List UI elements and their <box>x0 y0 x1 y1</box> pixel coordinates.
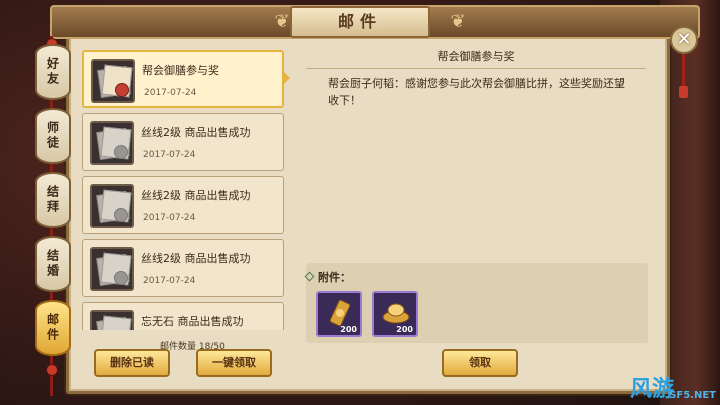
attachments-area: 附件： 200 200 <box>304 263 648 343</box>
divider <box>306 68 646 69</box>
mail-subject: 帮会御膳参与奖 <box>142 64 219 77</box>
gray-letter-icon <box>90 310 134 330</box>
list-item[interactable]: 丝线2级 商品出售成功 2017-07-24 <box>82 113 284 171</box>
window-title: 邮件 <box>290 6 430 38</box>
attachments-label: 附件： <box>318 271 351 284</box>
red-seal-letter-icon <box>91 59 135 103</box>
list-item[interactable]: 帮会御膳参与奖 2017-07-24 <box>82 50 284 108</box>
tab-friends[interactable]: 好友 <box>35 44 71 100</box>
tab-marriage[interactable]: 结婚 <box>35 236 71 292</box>
mail-detail: 帮会御膳参与奖 帮会厨子何韬：感谢您参与此次帮会御膳比拼，这些奖励还望收下！ 附… <box>296 42 656 352</box>
delete-read-button[interactable]: 删除已读 <box>94 349 170 377</box>
attachment-item[interactable]: 200 <box>316 291 362 337</box>
list-item[interactable]: 忘无石 商品出售成功 <box>82 302 284 330</box>
mail-date: 2017-07-24 <box>143 276 196 286</box>
list-item[interactable]: 丝线2级 商品出售成功 2017-07-24 <box>82 176 284 234</box>
mail-date: 2017-07-24 <box>143 213 196 223</box>
gray-letter-icon <box>90 247 134 291</box>
mail-subject: 忘无石 商品出售成功 <box>141 315 244 328</box>
tab-mail[interactable]: 邮件 <box>35 300 71 356</box>
mail-subject: 丝线2级 商品出售成功 <box>141 252 251 265</box>
detail-title: 帮会御膳参与奖 <box>437 50 515 63</box>
attachment-item[interactable]: 200 <box>372 291 418 337</box>
mail-list[interactable]: 帮会御膳参与奖 2017-07-24 丝线2级 商品出售成功 2017-07-2… <box>82 50 284 330</box>
claim-button[interactable]: 领取 <box>442 349 518 377</box>
tab-mentor[interactable]: 师徒 <box>35 108 71 164</box>
close-icon[interactable]: ✕ <box>670 26 698 54</box>
watermark-logo: 风游 <box>629 377 674 402</box>
gray-letter-icon <box>90 121 134 165</box>
detail-body: 帮会厨子何韬：感谢您参与此次帮会御膳比拼，这些奖励还望收下！ <box>328 77 625 107</box>
list-item[interactable]: 丝线2级 商品出售成功 2017-07-24 <box>82 239 284 297</box>
tassel-icon <box>679 86 688 98</box>
tab-sworn[interactable]: 结拜 <box>35 172 71 228</box>
dragon-ornament-right-icon: ❦ <box>450 11 466 32</box>
item-count: 200 <box>340 325 357 334</box>
gold-ingot-icon <box>382 303 410 324</box>
knot-icon <box>46 364 58 376</box>
guild-token-icon <box>329 299 351 327</box>
mail-date: 2017-07-24 <box>143 150 196 160</box>
mail-subject: 丝线2级 商品出售成功 <box>141 126 251 139</box>
mail-subject: 丝线2级 商品出售成功 <box>141 189 251 202</box>
side-tabs: 好友 师徒 结拜 结婚 邮件 <box>30 36 74 396</box>
watermark-site: SF5.NET <box>669 390 716 401</box>
mail-date: 2017-07-24 <box>144 88 197 98</box>
gray-letter-icon <box>90 184 134 228</box>
diamond-icon <box>304 271 315 282</box>
claim-all-button[interactable]: 一键领取 <box>196 349 272 377</box>
selected-arrow-icon <box>284 72 290 84</box>
item-count: 200 <box>396 325 413 334</box>
